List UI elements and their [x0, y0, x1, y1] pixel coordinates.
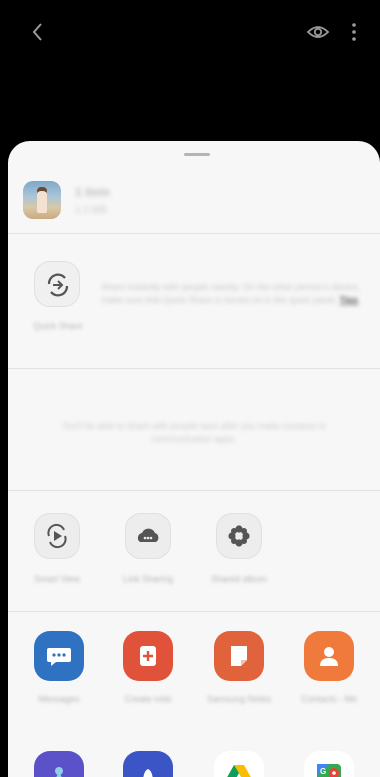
- smart-view-button[interactable]: [34, 513, 80, 559]
- create-note-icon: [140, 646, 156, 666]
- google-maps-icon: G: [317, 764, 341, 777]
- contacts-icon: [320, 647, 338, 666]
- create-note-label: Create note: [124, 694, 172, 704]
- share-sheet: 1 item 1.2 MB Quick Share Share instantl…: [8, 141, 380, 777]
- messages-app-button[interactable]: [34, 631, 84, 681]
- contacts-label: Contacts - Me: [300, 694, 358, 704]
- shared-album-label: Shared album: [210, 574, 268, 584]
- eye-icon[interactable]: [305, 20, 331, 44]
- more-vertical-icon[interactable]: [346, 18, 362, 46]
- messages-label: Messages: [38, 694, 80, 704]
- image-thumbnail: [23, 181, 61, 219]
- contacts-info-text: You'll be able to share with people here…: [61, 421, 327, 444]
- app-icon-purple: [55, 767, 63, 777]
- samsung-notes-label: Samsung Notes: [206, 694, 272, 704]
- shared-album-button[interactable]: [216, 513, 262, 559]
- contacts-app-button[interactable]: [304, 631, 354, 681]
- svg-text:G: G: [320, 767, 326, 776]
- google-maps-app-button[interactable]: G: [304, 751, 354, 777]
- quick-share-label: Quick Share: [33, 321, 83, 331]
- create-note-app-button[interactable]: [123, 631, 173, 681]
- link-sharing-button[interactable]: [125, 513, 171, 559]
- divider: [8, 368, 380, 369]
- link-sharing-icon: [137, 528, 159, 542]
- drag-handle[interactable]: [184, 153, 210, 156]
- app-button[interactable]: [34, 751, 84, 777]
- smart-view-label: Smart View: [34, 574, 80, 584]
- messages-icon: [47, 648, 71, 666]
- share-subtitle: 1.2 MB: [75, 205, 107, 216]
- tips-link[interactable]: Tips: [340, 295, 358, 305]
- samsung-notes-app-button[interactable]: [214, 631, 264, 681]
- quick-share-button[interactable]: [34, 261, 80, 307]
- app-icon-blue: [143, 769, 153, 777]
- share-title: 1 item: [75, 185, 110, 199]
- divider: [8, 233, 380, 234]
- shared-album-icon: [228, 525, 250, 547]
- app-button[interactable]: [123, 751, 173, 777]
- divider: [8, 490, 380, 491]
- smart-view-icon: [47, 523, 67, 549]
- quick-share-icon: [47, 273, 69, 297]
- google-drive-icon: [227, 765, 251, 777]
- samsung-notes-icon: [231, 646, 247, 666]
- top-bar: [0, 0, 380, 60]
- google-drive-app-button[interactable]: [214, 751, 264, 777]
- link-sharing-label: Link Sharing: [122, 574, 174, 584]
- quick-share-description: Share instantly with people nearby. On t…: [101, 282, 361, 305]
- divider: [8, 611, 380, 612]
- chevron-left-icon[interactable]: [26, 18, 50, 46]
